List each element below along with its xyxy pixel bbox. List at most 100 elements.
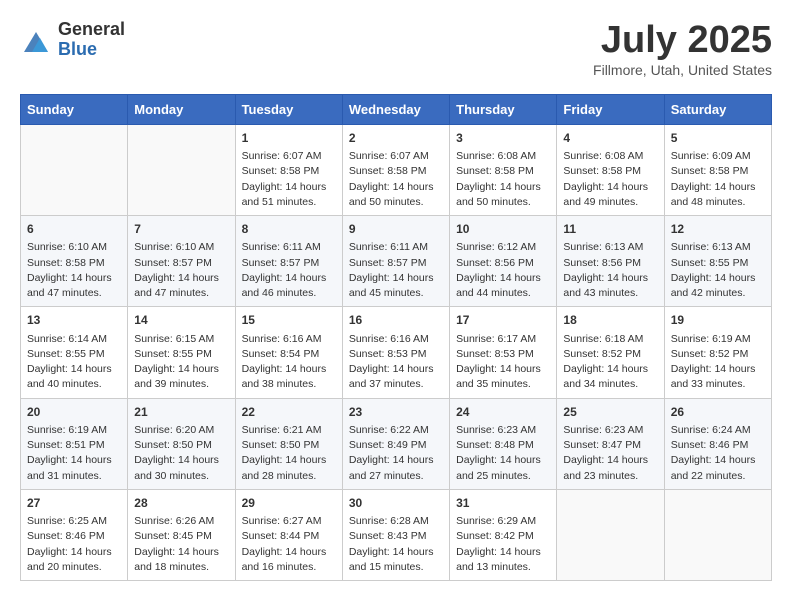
sunrise-text: Sunrise: 6:14 AM (27, 332, 121, 347)
daylight-text: Daylight: 14 hours and 50 minutes. (456, 180, 550, 210)
calendar-cell: 22Sunrise: 6:21 AMSunset: 8:50 PMDayligh… (235, 398, 342, 489)
logo-icon (20, 24, 52, 56)
sunset-text: Sunset: 8:46 PM (27, 529, 121, 544)
day-number: 26 (671, 404, 765, 421)
sunrise-text: Sunrise: 6:13 AM (671, 240, 765, 255)
sunrise-text: Sunrise: 6:11 AM (349, 240, 443, 255)
sunrise-text: Sunrise: 6:09 AM (671, 149, 765, 164)
day-number: 28 (134, 495, 228, 512)
sunrise-text: Sunrise: 6:07 AM (349, 149, 443, 164)
day-number: 6 (27, 221, 121, 238)
daylight-text: Daylight: 14 hours and 16 minutes. (242, 545, 336, 575)
calendar-cell: 10Sunrise: 6:12 AMSunset: 8:56 PMDayligh… (450, 216, 557, 307)
daylight-text: Daylight: 14 hours and 46 minutes. (242, 271, 336, 301)
daylight-text: Daylight: 14 hours and 18 minutes. (134, 545, 228, 575)
calendar-cell: 9Sunrise: 6:11 AMSunset: 8:57 PMDaylight… (342, 216, 449, 307)
weekday-header-wednesday: Wednesday (342, 94, 449, 124)
calendar-cell: 12Sunrise: 6:13 AMSunset: 8:55 PMDayligh… (664, 216, 771, 307)
daylight-text: Daylight: 14 hours and 42 minutes. (671, 271, 765, 301)
logo-blue-text: Blue (58, 40, 125, 60)
day-number: 30 (349, 495, 443, 512)
calendar-cell: 11Sunrise: 6:13 AMSunset: 8:56 PMDayligh… (557, 216, 664, 307)
day-number: 15 (242, 312, 336, 329)
weekday-header-saturday: Saturday (664, 94, 771, 124)
day-number: 11 (563, 221, 657, 238)
day-number: 12 (671, 221, 765, 238)
sunset-text: Sunset: 8:52 PM (563, 347, 657, 362)
calendar-cell: 27Sunrise: 6:25 AMSunset: 8:46 PMDayligh… (21, 489, 128, 580)
sunrise-text: Sunrise: 6:07 AM (242, 149, 336, 164)
sunrise-text: Sunrise: 6:20 AM (134, 423, 228, 438)
weekday-header-thursday: Thursday (450, 94, 557, 124)
daylight-text: Daylight: 14 hours and 51 minutes. (242, 180, 336, 210)
calendar-cell: 20Sunrise: 6:19 AMSunset: 8:51 PMDayligh… (21, 398, 128, 489)
sunset-text: Sunset: 8:58 PM (27, 256, 121, 271)
sunset-text: Sunset: 8:58 PM (456, 164, 550, 179)
calendar-cell: 6Sunrise: 6:10 AMSunset: 8:58 PMDaylight… (21, 216, 128, 307)
sunset-text: Sunset: 8:58 PM (349, 164, 443, 179)
sunrise-text: Sunrise: 6:16 AM (242, 332, 336, 347)
daylight-text: Daylight: 14 hours and 23 minutes. (563, 453, 657, 483)
calendar-cell: 19Sunrise: 6:19 AMSunset: 8:52 PMDayligh… (664, 307, 771, 398)
daylight-text: Daylight: 14 hours and 50 minutes. (349, 180, 443, 210)
day-number: 8 (242, 221, 336, 238)
sunset-text: Sunset: 8:45 PM (134, 529, 228, 544)
calendar-cell: 18Sunrise: 6:18 AMSunset: 8:52 PMDayligh… (557, 307, 664, 398)
sunset-text: Sunset: 8:47 PM (563, 438, 657, 453)
calendar-cell (128, 124, 235, 215)
calendar-cell: 8 Sunrise: 6:11 AMSunset: 8:57 PMDaylight… (235, 216, 342, 307)
calendar-cell: 24Sunrise: 6:23 AMSunset: 8:48 PMDayligh… (450, 398, 557, 489)
sunset-text: Sunset: 8:58 PM (671, 164, 765, 179)
sunset-text: Sunset: 8:54 PM (242, 347, 336, 362)
sunset-text: Sunset: 8:53 PM (349, 347, 443, 362)
day-number: 1 (242, 130, 336, 147)
calendar-cell: 31Sunrise: 6:29 AMSunset: 8:42 PMDayligh… (450, 489, 557, 580)
calendar-cell: 4Sunrise: 6:08 AMSunset: 8:58 PMDaylight… (557, 124, 664, 215)
daylight-text: Daylight: 14 hours and 49 minutes. (563, 180, 657, 210)
sunrise-text: Sunrise: 6:24 AM (671, 423, 765, 438)
sunrise-text: Sunrise: 6:19 AM (27, 423, 121, 438)
daylight-text: Daylight: 14 hours and 43 minutes. (563, 271, 657, 301)
calendar-cell: 2 Sunrise: 6:07 AMSunset: 8:58 PMDaylight… (342, 124, 449, 215)
calendar-cell: 13Sunrise: 6:14 AMSunset: 8:55 PMDayligh… (21, 307, 128, 398)
sunset-text: Sunset: 8:58 PM (563, 164, 657, 179)
day-number: 25 (563, 404, 657, 421)
daylight-text: Daylight: 14 hours and 47 minutes. (134, 271, 228, 301)
day-number: 3 (456, 130, 550, 147)
sunrise-text: Sunrise: 6:08 AM (563, 149, 657, 164)
sunset-text: Sunset: 8:43 PM (349, 529, 443, 544)
sunrise-text: Sunrise: 6:17 AM (456, 332, 550, 347)
day-number: 29 (242, 495, 336, 512)
daylight-text: Daylight: 14 hours and 33 minutes. (671, 362, 765, 392)
page-header: General Blue July 2025 Fillmore, Utah, U… (20, 20, 772, 78)
sunrise-text: Sunrise: 6:10 AM (134, 240, 228, 255)
logo-text: General Blue (58, 20, 125, 60)
daylight-text: Daylight: 14 hours and 40 minutes. (27, 362, 121, 392)
daylight-text: Daylight: 14 hours and 44 minutes. (456, 271, 550, 301)
sunset-text: Sunset: 8:58 PM (242, 164, 336, 179)
sunset-text: Sunset: 8:44 PM (242, 529, 336, 544)
calendar-cell: 3 Sunrise: 6:08 AMSunset: 8:58 PMDaylight… (450, 124, 557, 215)
day-number: 13 (27, 312, 121, 329)
day-number: 2 (349, 130, 443, 147)
sunrise-text: Sunrise: 6:11 AM (242, 240, 336, 255)
sunset-text: Sunset: 8:50 PM (242, 438, 336, 453)
calendar-cell: 21Sunrise: 6:20 AMSunset: 8:50 PMDayligh… (128, 398, 235, 489)
calendar-cell (664, 489, 771, 580)
sunset-text: Sunset: 8:57 PM (242, 256, 336, 271)
sunset-text: Sunset: 8:57 PM (134, 256, 228, 271)
logo-general-text: General (58, 20, 125, 40)
sunrise-text: Sunrise: 6:27 AM (242, 514, 336, 529)
calendar-cell: 7Sunrise: 6:10 AMSunset: 8:57 PMDaylight… (128, 216, 235, 307)
day-number: 23 (349, 404, 443, 421)
sunrise-text: Sunrise: 6:08 AM (456, 149, 550, 164)
day-number: 20 (27, 404, 121, 421)
daylight-text: Daylight: 14 hours and 28 minutes. (242, 453, 336, 483)
daylight-text: Daylight: 14 hours and 45 minutes. (349, 271, 443, 301)
daylight-text: Daylight: 14 hours and 31 minutes. (27, 453, 121, 483)
weekday-header-friday: Friday (557, 94, 664, 124)
weekday-header-sunday: Sunday (21, 94, 128, 124)
week-row-5: 27Sunrise: 6:25 AMSunset: 8:46 PMDayligh… (21, 489, 772, 580)
day-number: 27 (27, 495, 121, 512)
calendar-cell: 1 Sunrise: 6:07 AMSunset: 8:58 PMDaylight… (235, 124, 342, 215)
